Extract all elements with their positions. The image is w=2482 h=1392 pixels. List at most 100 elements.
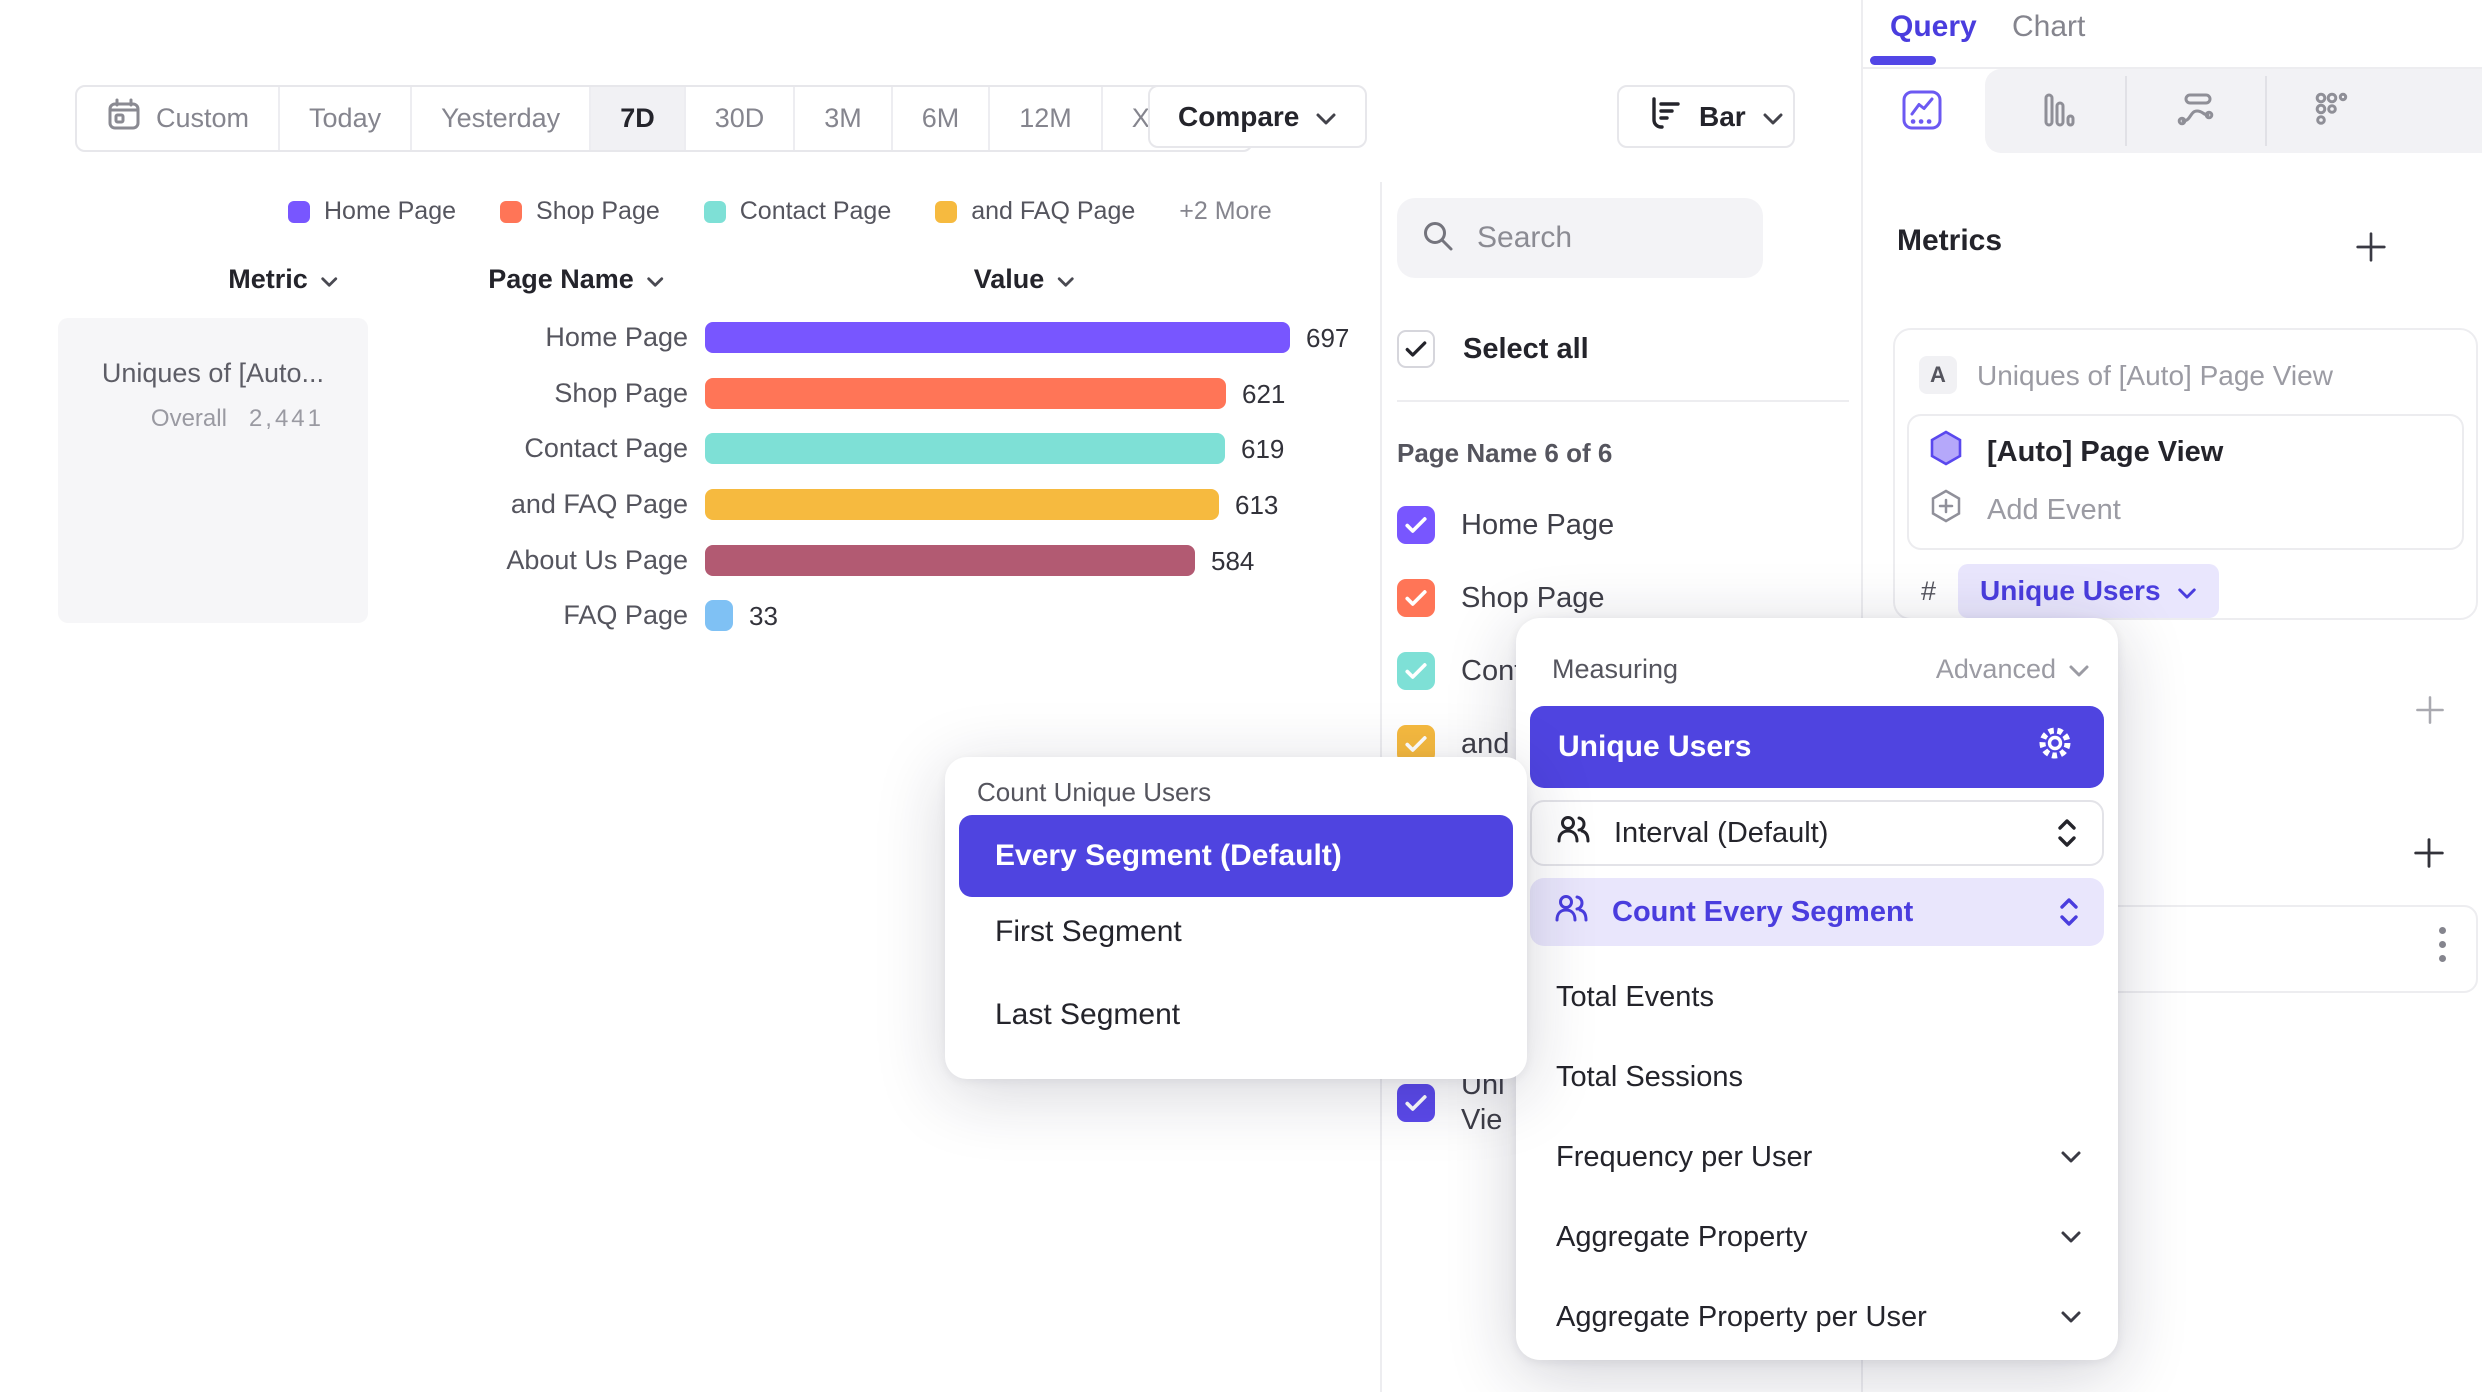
event-row[interactable]: [Auto] Page View: [1929, 430, 2223, 474]
gear-icon[interactable]: [2034, 722, 2076, 772]
item-checkbox[interactable]: [1397, 652, 1435, 690]
add-breakdown-icon[interactable]: [2410, 834, 2448, 877]
range-button-custom[interactable]: Custom: [77, 87, 280, 150]
column-header-label: Metric: [228, 264, 308, 295]
menu-option-aggregate-property-per-user[interactable]: Aggregate Property per User: [1530, 1295, 2104, 1339]
calendar-icon: [106, 97, 142, 140]
stepper-icon: [2056, 818, 2078, 848]
bar-segment[interactable]: [705, 545, 1195, 576]
metric-letter-badge: A: [1919, 356, 1957, 394]
chevron-down-icon: [1315, 101, 1337, 133]
bar-segment[interactable]: [705, 378, 1226, 409]
menu-option-total-sessions[interactable]: Total Sessions: [1530, 1055, 2104, 1099]
hash-icon: #: [1921, 576, 1936, 607]
flow-chart-tab-icon[interactable]: [2176, 90, 2216, 135]
kebab-menu-icon[interactable]: [2439, 927, 2446, 962]
item-checkbox[interactable]: [1397, 1084, 1435, 1122]
add-event-row[interactable]: Add Event: [1929, 488, 2121, 532]
item-checkbox[interactable]: [1397, 506, 1435, 544]
bar-category-label: FAQ Page: [368, 600, 688, 631]
range-button-yesterday[interactable]: Yesterday: [412, 87, 591, 150]
tab-query[interactable]: Query: [1890, 10, 1977, 44]
item-label: Home Page: [1461, 508, 1614, 543]
event-hexagon-icon: [1929, 430, 1963, 474]
compare-button[interactable]: Compare: [1148, 85, 1367, 148]
tab-chart[interactable]: Chart: [2012, 10, 2085, 44]
search-box[interactable]: [1397, 198, 1763, 278]
chevron-down-icon: [1762, 101, 1784, 133]
advanced-label: Advanced: [1936, 654, 2056, 685]
active-tab-underline: [1870, 56, 1936, 65]
chevron-down-icon: [2060, 1230, 2082, 1244]
measuring-dropdown-menu: Measuring Advanced Unique Users Interval…: [1516, 618, 2118, 1360]
menu-option-last-segment[interactable]: Last Segment: [995, 998, 1180, 1032]
bar-value-label: 613: [1235, 490, 1278, 521]
date-range-group: CustomTodayYesterday7D30D3M6M12MXTD: [75, 85, 1253, 152]
legend-item[interactable]: Home Page: [288, 197, 456, 226]
range-button-today[interactable]: Today: [280, 87, 412, 150]
chevron-down-icon: [2068, 654, 2090, 685]
chevron-down-icon: [2060, 1310, 2082, 1324]
bar-segment[interactable]: [705, 600, 733, 631]
bar-category-label: About Us Page: [368, 545, 688, 576]
horizontal-bar-chart-icon: [1647, 95, 1683, 138]
overall-value: 2,441: [249, 405, 324, 433]
chart-type-select[interactable]: Bar: [1617, 85, 1795, 148]
range-button-7d[interactable]: 7D: [591, 87, 686, 150]
bar-segment[interactable]: [705, 489, 1219, 520]
list-item-home-page[interactable]: Home Page: [1397, 506, 1614, 544]
legend-item[interactable]: Shop Page: [500, 197, 660, 226]
segment-menu-title: Count Unique Users: [977, 777, 1211, 808]
menu-option-total-events[interactable]: Total Events: [1530, 975, 2104, 1019]
legend-item[interactable]: and FAQ Page: [935, 197, 1135, 226]
bar-category-label: Shop Page: [368, 378, 688, 409]
range-button-12m[interactable]: 12M: [990, 87, 1103, 150]
menu-option-unique-users-selected[interactable]: Unique Users: [1530, 706, 2104, 788]
add-metric-icon[interactable]: [2352, 228, 2390, 271]
event-label: [Auto] Page View: [1987, 436, 2223, 469]
chart-type-label: Bar: [1699, 101, 1746, 133]
legend-label: Contact Page: [740, 197, 892, 226]
range-button-30d[interactable]: 30D: [686, 87, 796, 150]
selected-option-label: Unique Users: [1558, 730, 1751, 764]
advanced-toggle[interactable]: Advanced: [1936, 654, 2090, 685]
add-filter-icon[interactable]: [2412, 692, 2448, 733]
option-label: Frequency per User: [1556, 1141, 1812, 1174]
bar-segment[interactable]: [705, 322, 1290, 353]
metric-summary-card[interactable]: Uniques of [Auto... Overall 2,441: [58, 318, 368, 623]
select-all-checkbox[interactable]: [1397, 330, 1435, 368]
range-button-6m[interactable]: 6M: [893, 87, 991, 150]
list-item-shop-page[interactable]: Shop Page: [1397, 579, 1605, 617]
option-label: Aggregate Property per User: [1556, 1301, 1927, 1334]
legend-more-label[interactable]: +2 More: [1179, 197, 1271, 226]
insights-chart-tab-icon[interactable]: [1900, 88, 1944, 137]
bar-chart-tab-icon[interactable]: [2038, 90, 2078, 135]
column-header-value[interactable]: Value: [974, 264, 1075, 295]
range-button-3m[interactable]: 3M: [795, 87, 893, 150]
search-input[interactable]: [1475, 220, 1739, 256]
measurement-dropdown[interactable]: Unique Users: [1958, 564, 2219, 618]
option-label: Interval (Default): [1614, 817, 1828, 850]
metric-summary-title: Uniques of [Auto...: [58, 358, 324, 389]
bar-category-label: and FAQ Page: [368, 489, 688, 520]
menu-option-count-every-segment[interactable]: Count Every Segment: [1530, 878, 2104, 946]
menu-option-interval-default-[interactable]: Interval (Default): [1530, 800, 2104, 866]
legend-label: Shop Page: [536, 197, 660, 226]
menu-option-aggregate-property[interactable]: Aggregate Property: [1530, 1215, 2104, 1259]
menu-option-every-segment-selected[interactable]: Every Segment (Default): [959, 815, 1513, 897]
measurement-row: # Unique Users: [1921, 564, 2219, 618]
bar-segment[interactable]: [705, 433, 1225, 464]
column-header-page-name[interactable]: Page Name: [488, 264, 664, 295]
chart-legend: Home Page Shop Page Contact Page and FAQ Pa…: [288, 197, 1272, 226]
range-label: 12M: [1019, 103, 1072, 134]
option-label: Total Sessions: [1556, 1061, 1743, 1094]
retention-dots-tab-icon[interactable]: [2312, 90, 2352, 135]
menu-option-first-segment[interactable]: First Segment: [995, 915, 1182, 949]
legend-item[interactable]: Contact Page: [704, 197, 892, 226]
column-header-metric[interactable]: Metric: [228, 264, 338, 295]
item-checkbox[interactable]: [1397, 579, 1435, 617]
list-divider: [1397, 400, 1849, 402]
menu-option-frequency-per-user[interactable]: Frequency per User: [1530, 1135, 2104, 1179]
select-all-row[interactable]: Select all: [1397, 330, 1589, 368]
segment-dropdown-menu: Count Unique Users Every Segment (Defaul…: [945, 757, 1527, 1079]
